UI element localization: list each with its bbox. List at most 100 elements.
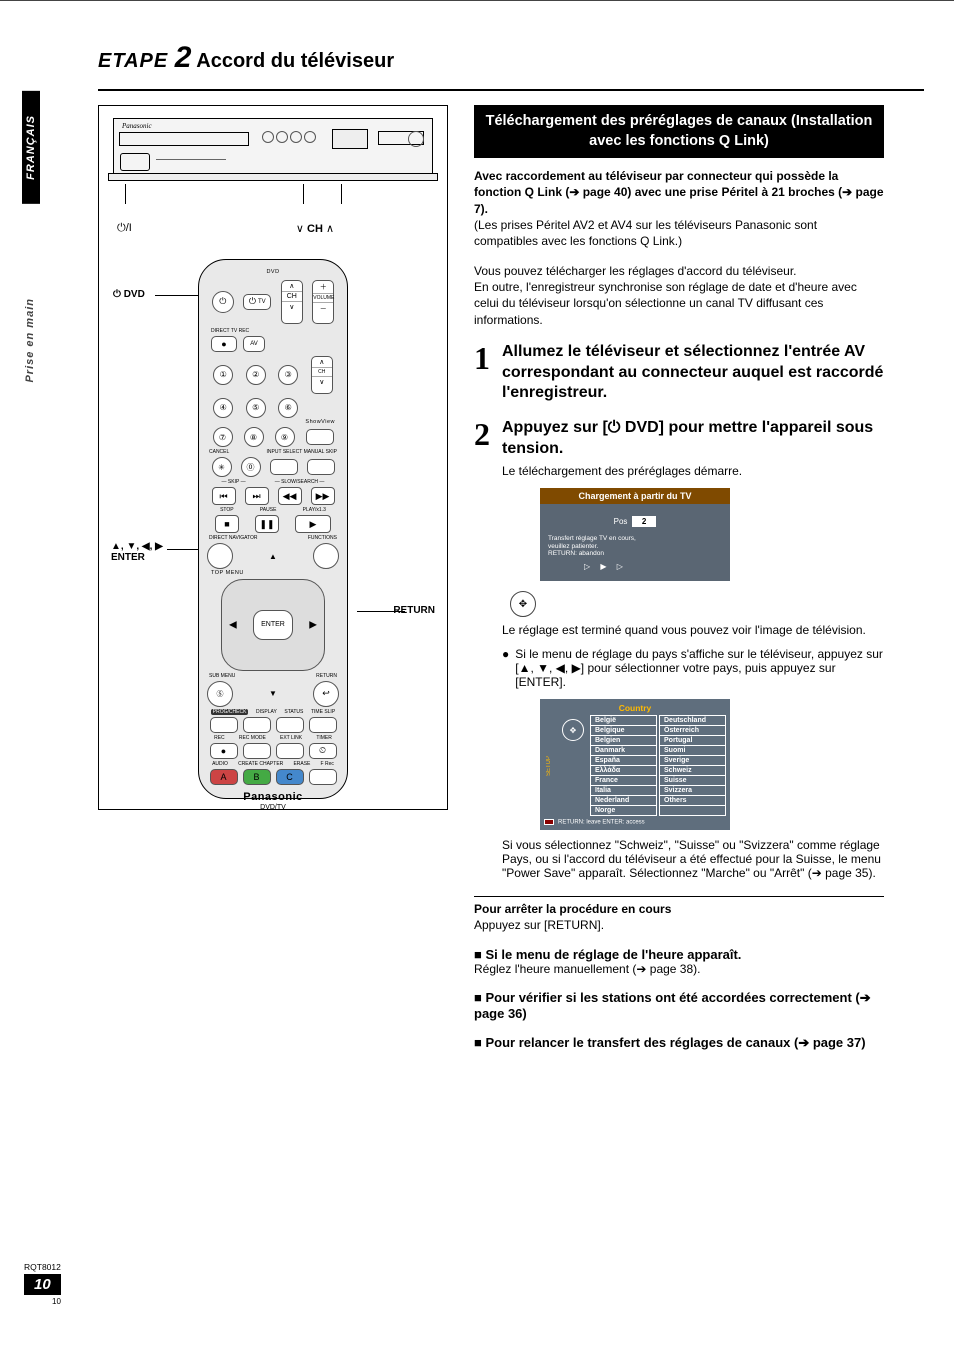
recorder-power-callout: /I [126, 222, 132, 234]
mini-page-number: 10 [52, 1297, 61, 1306]
step-2-num: 2 [474, 418, 490, 450]
nav-pad: ◀ ▶ ENTER [215, 579, 331, 671]
direct-navigator-button [207, 543, 233, 569]
direct-nav-label: DIRECT NAVIGATOR [209, 535, 258, 541]
play-button: ▶ [295, 515, 331, 533]
input-select-button [270, 459, 298, 475]
skip-next: ⏭ [245, 487, 269, 505]
step-1-heading: Allumez le téléviseur et sélectionnez l'… [502, 342, 884, 404]
step-1-num: 1 [474, 342, 490, 374]
ext-link-label: EXT LINK [280, 735, 302, 741]
country-nav-icon: ✥ [562, 719, 584, 741]
stop-button: ■ [215, 515, 239, 533]
num-6: ⑥ [278, 398, 298, 418]
left-column: Panasonic ⏻/I ∨ CH ∧ [98, 105, 448, 1051]
country-option: Suisse [660, 776, 725, 786]
f-rec-button [309, 769, 337, 785]
sub-menu-button: Ⓢ [207, 681, 233, 707]
dvd-power-button: ⏻ [212, 291, 234, 313]
country-bullet-text: Si le menu de réglage du pays s'affiche … [515, 647, 884, 689]
osd-pos-label: Pos [614, 517, 628, 526]
intro-bold: Avec raccordement au téléviseur par conn… [474, 168, 884, 217]
intro-note: (Les prises Péritel AV2 et AV4 sur les t… [474, 217, 884, 249]
section-header-bar: Téléchargement des préréglages de canaux… [474, 105, 884, 158]
time-slip-label: TIME SLIP [311, 709, 335, 715]
step-1: 1 Allumez le téléviseur et sélectionnez … [474, 342, 884, 404]
doc-code: RQT8012 [24, 1262, 61, 1272]
play-label: PLAY/x1.3 [303, 507, 326, 513]
step-2-heading: Appuyez sur [⏻ DVD] pour mettre l'appare… [502, 418, 884, 460]
num-4: ④ [213, 398, 233, 418]
sq-section-restart: Pour relancer le transfert des réglages … [474, 1035, 884, 1051]
after-country-text: Si vous sélectionnez "Schweiz", "Suisse"… [502, 838, 884, 880]
osd-arrows: ▷ ▶ ▷ [584, 562, 722, 571]
country-option: Österreich [660, 726, 725, 736]
nav-pad-icon: ✥ [510, 591, 536, 617]
remote-body: DVD ⏻ ⏻TV ∧CH∨ ＋VOLUME－ DIRECT TV REC ● [198, 259, 348, 799]
country-option: Portugal [660, 736, 725, 746]
enter-button: ENTER [253, 610, 293, 640]
side-tabs: FRANÇAIS Prise en main [22, 91, 40, 386]
section-tab: Prise en main [22, 274, 40, 387]
country-footer: RETURN: leave ENTER: access [558, 820, 645, 826]
country-option: España [591, 756, 656, 766]
osd-pos-value: 2 [632, 516, 656, 527]
top-menu-label: TOP MENU [211, 571, 339, 577]
showview-label: ShowView [207, 420, 335, 426]
status-label: STATUS [284, 709, 303, 715]
device-diagram-box: Panasonic ⏻/I ∨ CH ∧ [98, 105, 448, 810]
audio-label: AUDIO [212, 761, 228, 767]
stop-label: STOP [220, 507, 234, 513]
num-8: ⑧ [244, 427, 264, 447]
page-footer: RQT8012 10 10 [24, 1262, 61, 1306]
ch-rocker: ∧CH∨ [281, 280, 303, 324]
sq-section-clock-body: Réglez l'heure manuellement (➔ page 38). [474, 962, 884, 976]
country-option: France [591, 776, 656, 786]
remote-brand: Panasonic [207, 791, 339, 803]
search-rew: ◀◀ [278, 487, 302, 505]
num-3: ③ [278, 365, 298, 385]
country-col-2: DeutschlandÖsterreichPortugalSuomiSverig… [659, 715, 726, 816]
av-button: AV [243, 336, 265, 352]
manual-skip-button [307, 459, 335, 475]
country-option: Suomi [660, 746, 725, 756]
country-bullet: ● Si le menu de réglage du pays s'affich… [502, 647, 884, 689]
display-label: DISPLAY [256, 709, 277, 715]
country-option: Schweiz [660, 766, 725, 776]
sq-section-clock: Si le menu de réglage de l'heure apparaî… [474, 947, 884, 962]
showview-button [306, 429, 334, 445]
num-0: ⓪ [241, 457, 261, 477]
return-label: RETURN [316, 673, 337, 679]
timer-button: ⏲ [309, 743, 337, 759]
return-button: ↩ [313, 681, 339, 707]
remote-dvd-label: DVD [207, 270, 339, 276]
step-number: 2 [175, 41, 192, 74]
country-osd-box: Country SETUP ✥ BelgiëBelgiqueBelgienDan… [540, 699, 730, 830]
remote-subbrand: DVD/TV [207, 804, 339, 811]
country-option: Eλλάδα [591, 766, 656, 776]
country-col-1: BelgiëBelgiqueBelgienDanmarkEspañaEλλάδα… [590, 715, 657, 816]
country-option [660, 806, 725, 815]
status-button [276, 717, 304, 733]
chapter-button-b: B [243, 769, 271, 785]
num-2: ② [246, 365, 266, 385]
num-5: ⑤ [246, 398, 266, 418]
language-tab: FRANÇAIS [22, 91, 40, 204]
osd-msg: Transfert réglage TV en cours, veuillez … [548, 535, 722, 558]
country-option: Italia [591, 786, 656, 796]
f-rec-label: F Rec [321, 761, 334, 767]
recorder-callouts: ⏻/I ∨ CH ∧ [107, 222, 439, 235]
step-list: 1 Allumez le téléviseur et sélectionnez … [474, 342, 884, 880]
skip-prev: ⏮ [212, 487, 236, 505]
country-option: Others [660, 796, 725, 806]
osd-download-box: Chargement à partir du TV Pos 2 Transfer… [540, 488, 730, 581]
country-option: Deutschland [660, 716, 725, 726]
prog-check-label: PROG/CHECK [211, 709, 249, 715]
timer-label: TIMER [316, 735, 332, 741]
remote-callout-nav: ▲, ▼, ◀, ▶ ENTER [111, 541, 163, 563]
rec-mode-button [243, 743, 271, 759]
page-heading: ETAPE 2 Accord du téléviseur [98, 41, 924, 75]
country-option: Sverige [660, 756, 725, 766]
cancel-button: ✳ [212, 457, 232, 477]
cancel-label: CANCEL [209, 449, 229, 455]
